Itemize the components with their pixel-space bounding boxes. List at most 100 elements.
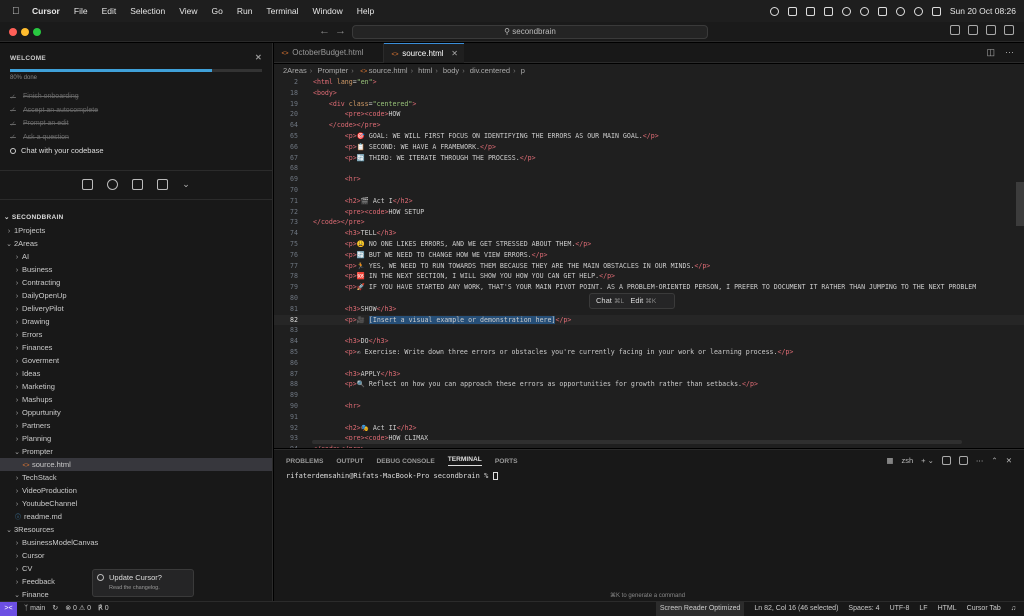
- code-line[interactable]: 84 <h3>DO</h3>: [274, 336, 1024, 347]
- maximize-panel-icon[interactable]: ⌃: [991, 456, 997, 465]
- encoding-status[interactable]: UTF-8: [890, 602, 910, 616]
- tree-item[interactable]: ⌄ Prompter: [0, 445, 272, 458]
- tree-item[interactable]: ⌄ 2Areas: [0, 237, 272, 250]
- code-line[interactable]: 66 <p>📋 SECOND: WE HAVE A FRAMEWORK.</p>: [274, 142, 1024, 153]
- tree-item[interactable]: › Planning: [0, 432, 272, 445]
- code-line[interactable]: 19 <div class="centered">: [274, 99, 1024, 110]
- tab-source[interactable]: <> source.html ✕: [384, 43, 464, 63]
- code-line[interactable]: 83: [274, 325, 1024, 336]
- code-line[interactable]: 64 </code></pre>: [274, 120, 1024, 131]
- tree-item[interactable]: › DailyOpenUp: [0, 289, 272, 302]
- code-line[interactable]: 72 <pre><code>HOW SETUP: [274, 207, 1024, 218]
- workspace-title[interactable]: ⌄ SECONDBRAIN: [0, 208, 272, 224]
- tree-item[interactable]: <> source.html: [0, 457, 272, 471]
- command-center-search[interactable]: ⚲ secondbrain: [352, 25, 708, 39]
- breadcrumb-item[interactable]: source.html: [369, 66, 408, 75]
- edit-button[interactable]: Edit: [630, 296, 643, 305]
- trash-icon[interactable]: [958, 456, 968, 465]
- code-line[interactable]: 67 <p>🔄 THIRD: WE ITERATE THROUGH THE PR…: [274, 153, 1024, 164]
- code-line[interactable]: 74 <h3>TELL</h3>: [274, 228, 1024, 239]
- tree-item[interactable]: › Partners: [0, 419, 272, 432]
- tree-item[interactable]: ⓘ readme.md: [0, 510, 272, 523]
- explorer-icon[interactable]: [82, 179, 94, 190]
- menu-go[interactable]: Go: [211, 6, 222, 16]
- tab-octoberbudget[interactable]: <> OctoberBudget.html: [274, 43, 384, 63]
- tree-item[interactable]: › AI: [0, 250, 272, 263]
- back-arrow-icon[interactable]: ←: [319, 25, 330, 37]
- code-line[interactable]: 87 <h3>APPLY</h3>: [274, 369, 1024, 380]
- code-line[interactable]: 77 <p>🏃 YES, WE NEED TO RUN TOWARDS THEM…: [274, 261, 1024, 272]
- toggle-sidebar-icon[interactable]: [950, 25, 960, 35]
- tree-item[interactable]: › Contracting: [0, 276, 272, 289]
- record-icon[interactable]: [769, 6, 779, 16]
- ports-status[interactable]: ℟ 0: [98, 602, 109, 616]
- tree-item[interactable]: › Business: [0, 263, 272, 276]
- task-prompt-edit[interactable]: ✓ Prompt an edit: [0, 117, 272, 131]
- code-line[interactable]: 91: [274, 412, 1024, 423]
- search-icon[interactable]: [107, 179, 119, 190]
- tree-item[interactable]: › Drawing: [0, 315, 272, 328]
- close-window-button[interactable]: [9, 28, 17, 36]
- menubar-clock[interactable]: Sun 20 Oct 08:26: [950, 6, 1016, 16]
- tree-item[interactable]: › 1Projects: [0, 224, 272, 237]
- bell-icon[interactable]: ♫: [1011, 602, 1016, 616]
- split-terminal-icon[interactable]: [941, 456, 951, 465]
- tree-item[interactable]: › Marketing: [0, 380, 272, 393]
- remote-icon[interactable]: ><: [0, 602, 17, 616]
- menu-terminal[interactable]: Terminal: [266, 6, 298, 16]
- code-line[interactable]: 76 <p>🔄 BUT WE NEED TO CHANGE HOW WE VIE…: [274, 250, 1024, 261]
- tree-item[interactable]: › Ideas: [0, 367, 272, 380]
- tree-item[interactable]: › BusinessModelCanvas: [0, 536, 272, 549]
- code-line[interactable]: 65 <p>🎯 GOAL: WE WILL FIRST FOCUS ON IDE…: [274, 131, 1024, 142]
- inline-chat-popup[interactable]: Chat ⌘L Edit ⌘K: [589, 293, 675, 309]
- menu-app-name[interactable]: Cursor: [32, 6, 60, 16]
- horizontal-scrollbar[interactable]: [312, 440, 962, 444]
- user-icon[interactable]: [859, 6, 869, 16]
- search-icon[interactable]: [913, 6, 923, 16]
- terminal-output[interactable]: rifaterdemsahin@Rifats-MacBook-Pro secon…: [274, 472, 1024, 480]
- problems-status[interactable]: ⊗ 0 ⚠ 0: [65, 602, 91, 616]
- split-editor-icon[interactable]: ◫: [986, 47, 995, 58]
- code-line[interactable]: 70: [274, 185, 1024, 196]
- close-icon[interactable]: ✕: [255, 53, 262, 62]
- cursor-position[interactable]: Ln 82, Col 16 (46 selected): [754, 602, 838, 616]
- more-actions-icon[interactable]: ⋯: [1005, 47, 1014, 58]
- tree-item[interactable]: › DeliveryPilot: [0, 302, 272, 315]
- code-line[interactable]: 78 <p>🆘 IN THE NEXT SECTION, I WILL SHOW…: [274, 271, 1024, 282]
- tab-ports[interactable]: PORTS: [495, 458, 518, 465]
- code-editor[interactable]: 2 <html lang="en"> 18 <body> 19 <div class="…: [274, 77, 1024, 448]
- tree-item[interactable]: › Cursor: [0, 549, 272, 562]
- code-line[interactable]: 92 <h2>🎭 Act II</h2>: [274, 423, 1024, 434]
- menu-help[interactable]: Help: [357, 6, 374, 16]
- close-panel-icon[interactable]: ✕: [1006, 456, 1012, 465]
- chevron-down-icon[interactable]: ⌄: [182, 179, 190, 190]
- screen-reader-status[interactable]: Screen Reader Optimized: [655, 602, 745, 616]
- tree-item[interactable]: ⌄ 3Resources: [0, 523, 272, 536]
- app-icon[interactable]: [823, 6, 833, 16]
- code-line[interactable]: 90 <hr>: [274, 401, 1024, 412]
- menu-file[interactable]: File: [74, 6, 88, 16]
- extensions-icon[interactable]: [157, 179, 169, 190]
- indentation-status[interactable]: Spaces: 4: [848, 602, 879, 616]
- breadcrumb-item[interactable]: div.centered: [470, 66, 510, 75]
- tree-item[interactable]: › TechStack: [0, 471, 272, 484]
- breadcrumb-item[interactable]: Prompter: [317, 66, 348, 75]
- breadcrumb-item[interactable]: html: [418, 66, 432, 75]
- tree-item[interactable]: › Oppurtunity: [0, 406, 272, 419]
- menu-edit[interactable]: Edit: [102, 6, 117, 16]
- play-icon[interactable]: [841, 6, 851, 16]
- toggle-secondary-sidebar-icon[interactable]: [986, 25, 996, 35]
- battery-icon[interactable]: [877, 6, 887, 16]
- source-control-icon[interactable]: [132, 179, 144, 190]
- branch-status[interactable]: ᛉ main: [24, 602, 45, 616]
- menu-run[interactable]: Run: [237, 6, 253, 16]
- grid-icon[interactable]: [805, 6, 815, 16]
- control-center-icon[interactable]: [931, 6, 941, 16]
- task-ask-question[interactable]: ✓ Ask a question: [0, 131, 272, 145]
- tree-item[interactable]: › Errors: [0, 328, 272, 341]
- code-line[interactable]: 73 </code></pre>: [274, 217, 1024, 228]
- breadcrumb-item[interactable]: p: [521, 66, 525, 75]
- tab-terminal[interactable]: TERMINAL: [447, 456, 482, 466]
- tree-item[interactable]: › Goverment: [0, 354, 272, 367]
- more-icon[interactable]: ⋯: [976, 456, 984, 465]
